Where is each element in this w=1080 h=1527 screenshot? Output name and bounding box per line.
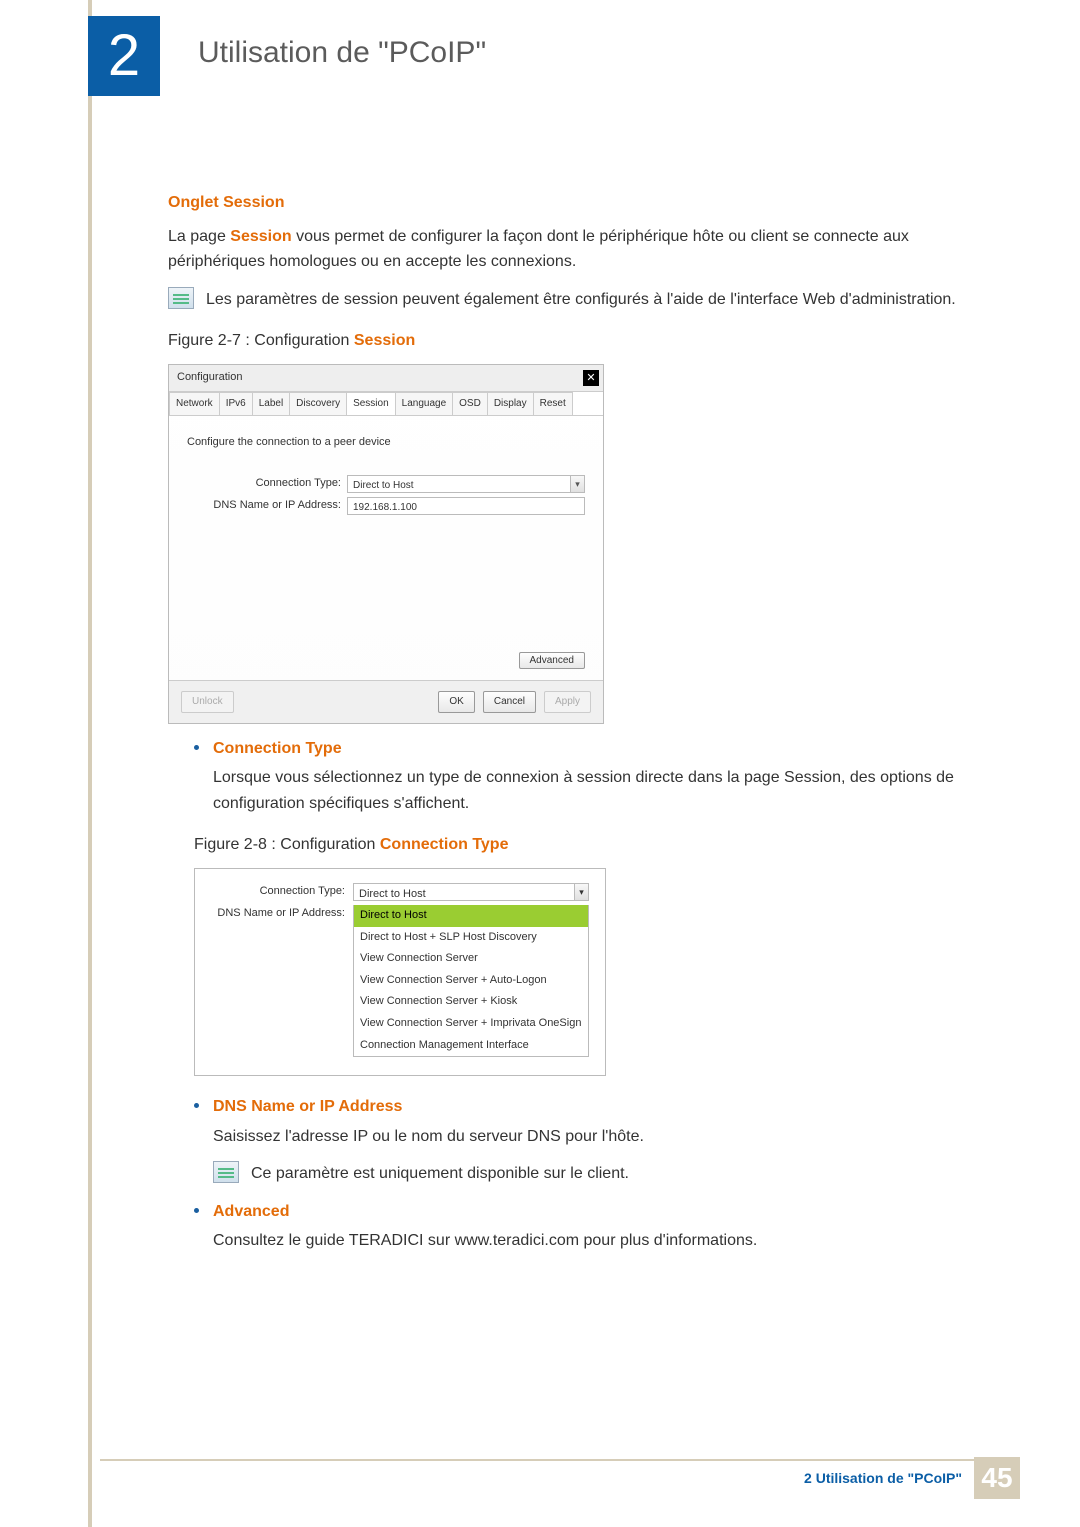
tab-reset[interactable]: Reset — [533, 392, 573, 415]
fig28-option[interactable]: View Connection Server + Imprivata OneSi… — [354, 1013, 588, 1035]
advanced-button[interactable]: Advanced — [519, 652, 585, 669]
tab-ipv6[interactable]: IPv6 — [219, 392, 253, 415]
dns-input[interactable]: 192.168.1.100 — [347, 497, 585, 515]
dns-label: DNS Name or IP Address: — [187, 497, 347, 515]
connection-type-label: Connection Type: — [187, 475, 347, 493]
tab-display[interactable]: Display — [487, 392, 534, 415]
tab-osd[interactable]: OSD — [452, 392, 488, 415]
note-block: Les paramètres de session peuvent égalem… — [168, 287, 968, 313]
figure27-label-pre: Figure 2-7 : Configuration — [168, 332, 354, 349]
apply-button[interactable]: Apply — [544, 691, 591, 713]
section-intro: La page Session vous permet de configure… — [168, 224, 968, 275]
tab-discovery[interactable]: Discovery — [289, 392, 347, 415]
fig28-option[interactable]: View Connection Server + Auto-Logon — [354, 970, 588, 992]
connection-type-row: Connection Type: Direct to Host ▾ — [187, 475, 585, 493]
cancel-button[interactable]: Cancel — [483, 691, 536, 713]
fig28-dns-label: DNS Name or IP Address: — [205, 905, 353, 923]
tab-label[interactable]: Label — [252, 392, 290, 415]
figure27-label-bold: Session — [354, 332, 415, 349]
tab-language[interactable]: Language — [395, 392, 454, 415]
bullet-icon — [194, 745, 199, 750]
advanced-text: Consultez le guide TERADICI sur www.tera… — [213, 1228, 968, 1254]
bullet-icon — [194, 1208, 199, 1213]
window-footer: Unlock OK Cancel Apply — [169, 680, 603, 723]
figure27-label: Figure 2-7 : Configuration Session — [168, 328, 968, 354]
tab-network[interactable]: Network — [169, 392, 220, 415]
note-text: Les paramètres de session peuvent égalem… — [206, 287, 956, 313]
dns-heading: DNS Name or IP Address — [213, 1094, 402, 1120]
fig28-option[interactable]: Direct to Host — [354, 905, 588, 927]
intro-bold: Session — [230, 228, 291, 245]
page-footer: 2 Utilisation de "PCoIP" 45 — [804, 1457, 1020, 1499]
window-body: Configure the connection to a peer devic… — [169, 416, 603, 680]
note-icon — [168, 287, 194, 309]
connection-type-value: Direct to Host — [353, 480, 414, 491]
footer-chapter-label: 2 Utilisation de "PCoIP" — [804, 1470, 962, 1486]
dns-value: 192.168.1.100 — [353, 502, 417, 513]
connection-type-text: Lorsque vous sélectionnez un type de con… — [213, 765, 968, 816]
chevron-down-icon[interactable]: ▾ — [570, 476, 584, 492]
figure28-label-bold: Connection Type — [380, 836, 509, 853]
fig28-conn-type-value: Direct to Host — [359, 888, 426, 900]
connection-type-dropdown-figure: Connection Type: Direct to Host ▾ DNS Na… — [194, 868, 606, 1076]
advanced-heading: Advanced — [213, 1199, 289, 1225]
left-margin-strip — [88, 0, 92, 1527]
fig28-option[interactable]: Direct to Host + SLP Host Discovery — [354, 927, 588, 949]
connection-type-heading: Connection Type — [213, 736, 342, 762]
chapter-number-block: 2 — [88, 16, 160, 96]
connection-type-select[interactable]: Direct to Host ▾ — [347, 475, 585, 493]
window-title: Configuration — [177, 369, 242, 387]
dns-text: Saisissez l'adresse IP ou le nom du serv… — [213, 1124, 968, 1150]
intro-pre: La page — [168, 228, 230, 245]
window-titlebar: Configuration ✕ — [169, 365, 603, 392]
tab-strip: Network IPv6 Label Discovery Session Lan… — [169, 392, 603, 416]
advanced-button-row: Advanced — [187, 644, 585, 670]
config-description: Configure the connection to a peer devic… — [187, 434, 585, 452]
page-content: Onglet Session La page Session vous perm… — [168, 190, 968, 1264]
section-heading: Onglet Session — [168, 190, 968, 216]
chevron-down-icon[interactable]: ▾ — [574, 884, 588, 900]
fig28-conn-type-label: Connection Type: — [205, 883, 353, 901]
fig28-conn-type-select[interactable]: Direct to Host ▾ — [353, 883, 589, 901]
bullet-icon — [194, 1103, 199, 1108]
figure28-label: Figure 2-8 : Configuration Connection Ty… — [194, 832, 968, 858]
fig28-options-list[interactable]: Direct to Host Direct to Host + SLP Host… — [353, 905, 589, 1057]
close-icon[interactable]: ✕ — [583, 370, 599, 386]
unlock-button[interactable]: Unlock — [181, 691, 234, 713]
configuration-window: Configuration ✕ Network IPv6 Label Disco… — [168, 364, 604, 724]
ok-button[interactable]: OK — [438, 691, 474, 713]
tab-session[interactable]: Session — [346, 392, 396, 415]
note-icon — [213, 1161, 239, 1183]
page-number: 45 — [974, 1457, 1020, 1499]
dns-note: Ce paramètre est uniquement disponible s… — [251, 1161, 629, 1187]
fig28-option[interactable]: View Connection Server — [354, 948, 588, 970]
fig28-option[interactable]: View Connection Server + Kiosk — [354, 991, 588, 1013]
dns-row: DNS Name or IP Address: 192.168.1.100 — [187, 497, 585, 515]
chapter-title: Utilisation de "PCoIP" — [198, 36, 486, 70]
figure28-label-pre: Figure 2-8 : Configuration — [194, 836, 380, 853]
fig28-option[interactable]: Connection Management Interface — [354, 1035, 588, 1057]
